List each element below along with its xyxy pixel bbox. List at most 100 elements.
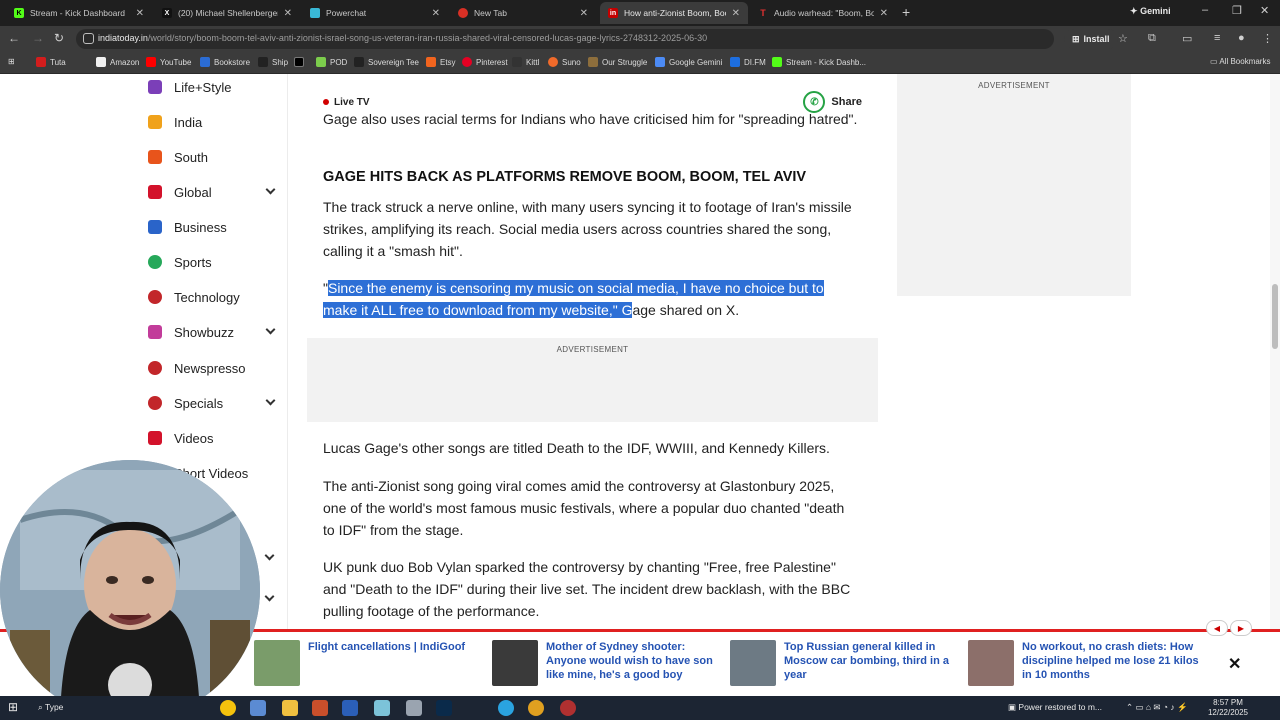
tab-powerchat[interactable]: Powerchat ✕ [302, 2, 448, 24]
bookmark-our-struggle[interactable]: Our Struggle [588, 57, 647, 67]
tab-audio-warhead[interactable]: T Audio warhead: "Boom, Boom, T ✕ [750, 2, 896, 24]
tab-india-today-article[interactable]: in How anti-Zionist Boom, Boom, T ✕ [600, 2, 748, 24]
tab-shellenberger[interactable]: X (20) Michael Shellenberger (@s ✕ [154, 2, 300, 24]
clock-date: 12/22/2025 [1207, 708, 1249, 717]
bookmark-etsy[interactable]: Etsy [426, 57, 456, 67]
file-explorer-icon[interactable] [282, 700, 298, 716]
microphone-icon[interactable] [406, 700, 422, 716]
article-paragraph: UK punk duo Bob Vylan sparked the contro… [323, 559, 851, 619]
window-close-icon[interactable]: ✕ [1260, 4, 1269, 17]
close-icon[interactable]: ✕ [136, 8, 144, 19]
ticker-next-icon[interactable]: ▶ [1230, 620, 1252, 636]
sidebar-item-videos[interactable]: Videos [148, 428, 278, 448]
telegram-icon[interactable] [498, 700, 514, 716]
minimize-icon[interactable]: – [1202, 4, 1208, 16]
chevron-down-icon[interactable] [264, 550, 275, 561]
sidebar-item-technology[interactable]: Technology [148, 287, 278, 307]
taskbar-search[interactable]: ⌕ Type [38, 702, 63, 713]
bookmark-difm[interactable]: DI.FM [730, 57, 766, 67]
new-tab-button[interactable]: + [902, 4, 910, 20]
chevron-down-icon[interactable] [264, 591, 275, 602]
close-icon[interactable]: ✕ [580, 8, 588, 19]
indiatoday-icon: in [608, 8, 618, 18]
profile-avatar-icon[interactable]: ● [1238, 32, 1245, 44]
bookmark-x[interactable] [294, 57, 304, 67]
sidebar-item-south[interactable]: South [148, 147, 278, 167]
bookmark-star-icon[interactable]: ☆ [1118, 32, 1128, 45]
sidebar-item-india[interactable]: India [148, 112, 278, 132]
advertisement-slot: ADVERTISEMENT [307, 338, 878, 422]
chevron-down-icon[interactable] [265, 324, 276, 335]
chevron-down-icon[interactable] [265, 184, 276, 195]
photoshop-icon[interactable] [436, 700, 452, 716]
bookmark-ship[interactable]: Ship [258, 57, 288, 67]
calculator-icon[interactable] [250, 700, 266, 716]
quote-tail: age shared on X. [632, 302, 740, 318]
word-icon[interactable] [342, 700, 358, 716]
chevron-down-icon[interactable] [265, 395, 276, 406]
maximize-icon[interactable]: ❐ [1232, 4, 1242, 17]
bookmark-pod[interactable]: POD [316, 57, 347, 67]
scrollbar-thumb[interactable] [1272, 284, 1278, 349]
ticker-item[interactable]: No workout, no crash diets: How discipli… [968, 640, 1200, 686]
gemini-button[interactable]: ✦ Gemini [1130, 6, 1171, 17]
bookmark-kick-dashboard[interactable]: Stream - Kick Dashb... [772, 57, 866, 67]
notification-toast[interactable]: ▣ Power restored to m... [1008, 702, 1102, 713]
notepad-icon[interactable] [374, 700, 390, 716]
india-icon [148, 115, 162, 129]
sidebar-item-business[interactable]: Business [148, 217, 278, 237]
extensions-icon[interactable]: ⧉ [1148, 32, 1156, 45]
bookmark-pinterest[interactable]: Pinterest [462, 57, 508, 67]
windows-start-icon[interactable]: ⊞ [8, 700, 24, 716]
sidebar-item-global[interactable]: Global [148, 182, 278, 202]
ticker-item[interactable]: Mother of Sydney shooter: Anyone would w… [492, 640, 724, 686]
menu-kebab-icon[interactable]: ⋮ [1262, 32, 1273, 45]
page-scrollbar[interactable] [1270, 74, 1280, 696]
bookmark-kittl[interactable]: Kittl [512, 57, 539, 67]
x-icon [294, 57, 304, 67]
taskbar-clock[interactable]: 8:57 PM 12/22/2025 [1206, 698, 1250, 718]
bookmark-bookstore[interactable]: Bookstore [200, 57, 250, 67]
sidebar-item-showbuzz[interactable]: Showbuzz [148, 322, 278, 342]
bookmark-suno[interactable]: Suno [548, 57, 581, 67]
bookmark-google-gemini[interactable]: Google Gemini [655, 57, 722, 67]
media-icon[interactable]: ≡ [1214, 32, 1220, 44]
chrome-taskbar-icon[interactable] [528, 700, 544, 716]
address-bar[interactable]: indiatoday.in/world/story/boom-boom-tel-… [76, 29, 1054, 49]
obs-icon[interactable] [560, 700, 576, 716]
close-icon[interactable]: ✕ [432, 8, 440, 19]
sidebar-item-sports[interactable]: Sports [148, 252, 278, 272]
reload-icon[interactable]: ↻ [54, 31, 64, 45]
apps-grid-icon[interactable]: ⊞ [8, 57, 15, 66]
selected-text[interactable]: Since the enemy is censoring my music on… [323, 280, 824, 318]
close-icon[interactable]: ✕ [880, 8, 888, 19]
bookmark-label: Google Gemini [669, 57, 723, 67]
bookmark-sovereign-tee[interactable]: Sovereign Tee [354, 57, 419, 67]
tab-new-tab[interactable]: New Tab ✕ [450, 2, 596, 24]
close-icon[interactable]: ✕ [1228, 654, 1241, 674]
ticker-item[interactable]: Top Russian general killed in Moscow car… [730, 640, 962, 686]
ticker-headline: Flight cancellations | IndiGoof [308, 641, 466, 653]
ticker-prev-icon[interactable]: ◀ [1206, 620, 1228, 636]
bookmark-tuta[interactable]: Tuta [36, 57, 66, 67]
forward-arrow-icon[interactable]: → [32, 31, 44, 45]
system-tray-icons[interactable]: ⌃ ▭ ⌂ ✉ ◔ ♪ ⚡ [1126, 702, 1188, 713]
article-paragraph: The anti-Zionist song going viral comes … [323, 478, 845, 538]
site-info-icon[interactable] [83, 33, 94, 44]
all-bookmarks[interactable]: ▭ All Bookmarks [1210, 57, 1270, 66]
tab-kick-dashboard[interactable]: K Stream - Kick Dashboard ✕ [6, 2, 152, 24]
bookmark-amazon[interactable]: Amazon [96, 57, 139, 67]
back-arrow-icon[interactable]: ← [8, 31, 20, 45]
notification-text: Power restored to m... [1018, 702, 1103, 712]
ticker-item[interactable]: Flight cancellations | IndiGoof [254, 640, 486, 686]
cast-icon[interactable]: ▭ [1182, 32, 1192, 45]
close-icon[interactable]: ✕ [284, 8, 292, 19]
weather-icon[interactable] [220, 700, 236, 716]
app-icon[interactable] [312, 700, 328, 716]
install-button[interactable]: ⊞ Install [1064, 29, 1118, 49]
sidebar-item-specials[interactable]: Specials [148, 393, 278, 413]
sidebar-item-newspresso[interactable]: Newspresso [148, 358, 278, 378]
bookmark-youtube[interactable]: YouTube [146, 57, 191, 67]
close-icon[interactable]: ✕ [732, 8, 740, 19]
sidebar-item-lifestyle[interactable]: Life+Style [148, 77, 278, 97]
